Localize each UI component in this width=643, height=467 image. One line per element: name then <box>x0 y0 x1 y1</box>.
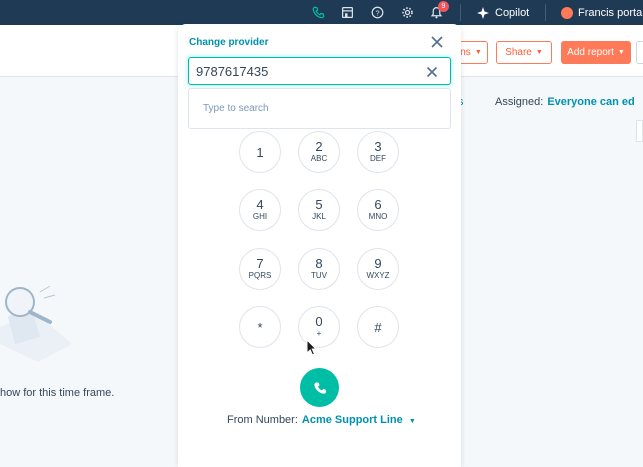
notification-badge: 9 <box>438 1 449 12</box>
clear-icon[interactable] <box>426 66 438 78</box>
key-letters: JKL <box>312 212 326 221</box>
contact-search-dropdown <box>188 88 451 129</box>
nav-divider <box>545 4 546 21</box>
magnifier-illustration <box>0 285 72 362</box>
key-digit: 0 <box>315 314 323 329</box>
copilot-label: Copilot <box>495 6 530 19</box>
key-digit: 7 <box>256 256 264 271</box>
key-letters: MNO <box>368 212 388 221</box>
close-icon[interactable] <box>429 34 445 50</box>
key-button[interactable]: 4 GHI <box>239 189 281 231</box>
key-button[interactable]: 5 JKL <box>298 189 340 231</box>
key-digit: # <box>374 319 382 335</box>
key-button[interactable]: 3 DEF <box>357 131 399 173</box>
portal-switcher[interactable]: Francis portal <box>561 4 643 21</box>
key-digit: 9 <box>374 256 382 271</box>
more-options-button[interactable] <box>636 41 643 64</box>
notifications-icon[interactable]: 9 <box>428 1 449 21</box>
caret-down-icon: ▼ <box>408 418 416 425</box>
key-button[interactable]: * <box>239 306 281 348</box>
nav-divider <box>460 4 461 21</box>
call-button[interactable] <box>300 368 339 407</box>
portal-name: Francis portal <box>578 6 643 19</box>
assigned-label: Assigned: <box>495 96 544 108</box>
top-navigation: ? 9 Copilot Francis portal <box>0 0 643 25</box>
from-number-label: From Number: <box>227 414 298 426</box>
phone-number-input[interactable] <box>188 57 451 85</box>
marketplace-icon[interactable] <box>339 4 356 21</box>
help-icon[interactable]: ? <box>369 4 386 21</box>
key-digit: * <box>257 319 263 335</box>
change-provider-link[interactable]: Change provider <box>189 37 268 48</box>
mouse-cursor-icon <box>306 339 318 356</box>
key-button[interactable]: # <box>357 306 399 348</box>
key-button[interactable]: 7 PQRS <box>239 248 281 290</box>
key-button[interactable]: 8 TUV <box>298 248 340 290</box>
actions-label: ns <box>460 47 471 58</box>
key-digit: 8 <box>315 256 323 271</box>
share-label: Share <box>505 47 532 58</box>
key-letters: DEF <box>370 154 386 163</box>
key-button[interactable]: 2 ABC <box>298 131 340 173</box>
key-digit: 3 <box>374 139 382 154</box>
share-button[interactable]: Share ▼ <box>496 41 552 64</box>
portal-avatar <box>561 6 573 19</box>
caret-down-icon: ▼ <box>474 49 482 56</box>
sparkle-icon <box>477 6 489 19</box>
from-number-select[interactable]: Acme Support Line <box>302 414 403 426</box>
key-digit: 6 <box>374 197 382 212</box>
key-letters: WXYZ <box>366 271 390 280</box>
add-report-button[interactable]: Add report ▼ <box>561 41 631 64</box>
svg-text:?: ? <box>375 8 379 17</box>
add-report-label: Add report <box>567 47 614 58</box>
key-button[interactable]: 1 <box>239 131 281 173</box>
caret-down-icon: ▼ <box>535 49 543 56</box>
phone-icon <box>313 381 326 394</box>
key-button[interactable]: 6 MNO <box>357 189 399 231</box>
key-letters: + <box>316 329 322 338</box>
key-letters: PQRS <box>248 271 272 280</box>
key-letters: TUV <box>311 271 327 280</box>
settings-icon[interactable] <box>399 4 416 21</box>
contact-search-input[interactable] <box>203 103 433 114</box>
empty-state-text: how for this time frame. <box>0 387 115 399</box>
key-letters: GHI <box>252 212 268 221</box>
key-digit: 4 <box>256 197 264 212</box>
key-letters: ABC <box>310 154 328 163</box>
copilot-button[interactable]: Copilot <box>477 4 529 21</box>
assigned-value-link[interactable]: Everyone can ed <box>547 96 634 108</box>
key-button[interactable]: 0 + <box>298 306 340 348</box>
key-digit: 2 <box>315 139 323 154</box>
key-digit: 1 <box>256 144 264 160</box>
key-button[interactable]: 9 WXYZ <box>357 248 399 290</box>
assigned-filter: Assigned: Everyone can ed <box>495 96 635 108</box>
caret-down-icon: ▼ <box>617 49 625 56</box>
phone-icon[interactable] <box>310 4 327 21</box>
scrollbar-thumb[interactable] <box>636 120 643 142</box>
key-digit: 5 <box>315 197 323 212</box>
from-number-row: From Number: Acme Support Line ▼ <box>227 414 416 426</box>
